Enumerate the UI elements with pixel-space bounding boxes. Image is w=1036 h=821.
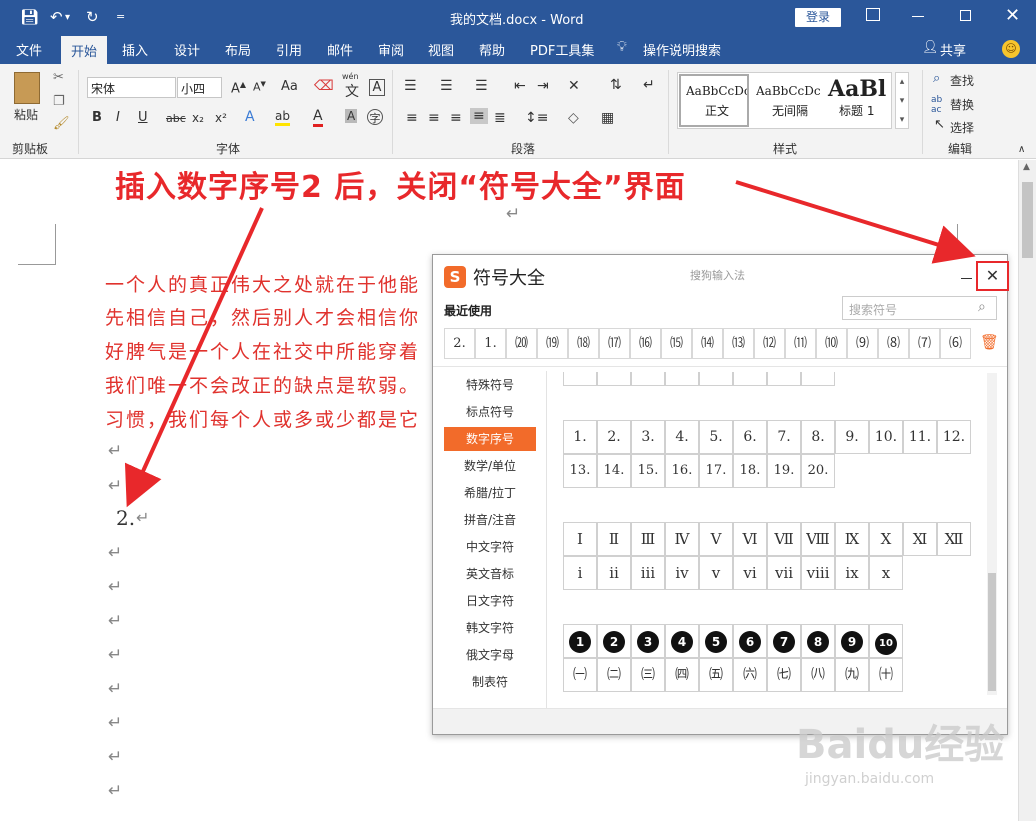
- annotation-arrows: [124, 180, 976, 508]
- watermark-brand: Baidu经验: [796, 722, 1005, 768]
- arrow-to-number: [124, 207, 264, 508]
- arrow-to-close: [735, 180, 976, 264]
- watermark-url: jingyan.baidu.com: [805, 771, 935, 787]
